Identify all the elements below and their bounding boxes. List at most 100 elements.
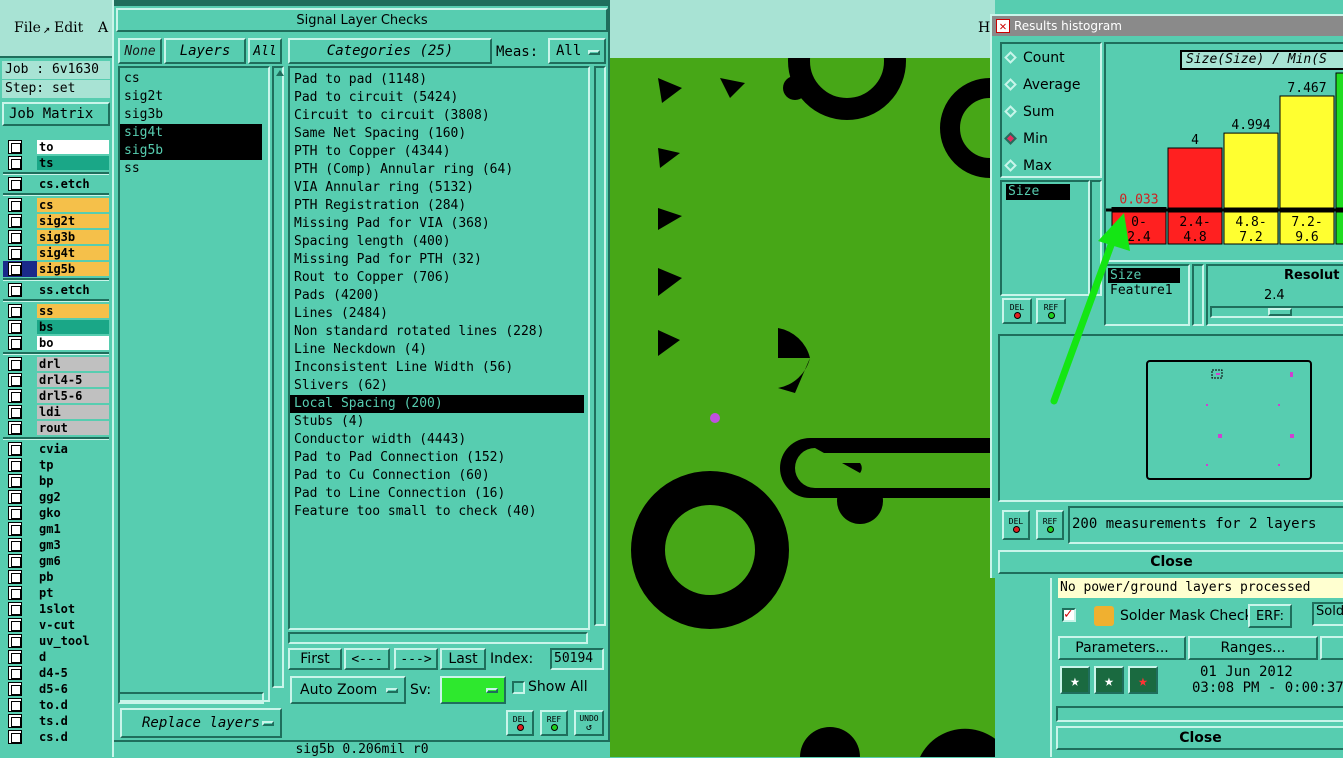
category-list-item[interactable]: Inconsistent Line Width (56) (290, 359, 584, 377)
layer-name[interactable]: to (37, 140, 109, 154)
radio-diamond-icon[interactable] (1004, 51, 1017, 64)
category-list-item[interactable]: Missing Pad for VIA (368) (290, 215, 584, 233)
layer-name[interactable]: pb (37, 570, 109, 584)
menu-file[interactable]: File (14, 20, 41, 36)
categories-scrollbar[interactable] (594, 66, 606, 626)
category-list-item[interactable]: Rout to Copper (706) (290, 269, 584, 287)
category-list-item[interactable]: Line Neckdown (4) (290, 341, 584, 359)
layer-row-checkbox-area[interactable] (3, 282, 37, 298)
layer-checkbox[interactable] (8, 602, 22, 616)
layer-list-item[interactable]: ss (120, 160, 262, 178)
none-button[interactable]: None (118, 38, 162, 64)
layer-name[interactable]: gm3 (37, 538, 109, 552)
layer-name[interactable]: ldi (37, 405, 109, 419)
layer-name[interactable]: cs.etch (37, 177, 109, 191)
radio-diamond-icon[interactable] (1004, 159, 1017, 172)
layer-row[interactable]: ldi (3, 404, 109, 420)
layer-row[interactable]: bo (3, 335, 109, 351)
layer-row[interactable]: cs.d (3, 729, 109, 745)
layer-row-checkbox-area[interactable] (3, 404, 37, 420)
layer-name[interactable]: v-cut (37, 618, 109, 632)
layer-row-checkbox-area[interactable] (3, 521, 37, 537)
layer-row[interactable]: sig3b (3, 229, 109, 245)
layer-checkbox[interactable] (8, 458, 22, 472)
layer-name[interactable]: gm1 (37, 522, 109, 536)
layer-row[interactable]: cs (3, 197, 109, 213)
layer-row-checkbox-area[interactable] (3, 729, 37, 745)
layer-name[interactable]: rout (37, 421, 109, 435)
layer-row[interactable]: bp (3, 473, 109, 489)
del-button[interactable]: DEL (506, 710, 534, 736)
layer-name[interactable]: drl4-5 (37, 373, 109, 387)
layer-row-checkbox-area[interactable] (3, 489, 37, 505)
layer-row-checkbox-area[interactable] (3, 303, 37, 319)
layer-checkbox[interactable] (8, 618, 22, 632)
menu-a[interactable]: A (98, 20, 108, 36)
window-close-icon[interactable]: ✕ (996, 19, 1010, 33)
layer-checkbox[interactable] (8, 682, 22, 696)
layer-name[interactable]: cs.d (37, 730, 109, 744)
category-list-item[interactable]: Local Spacing (200) (290, 395, 584, 413)
layer-checkbox[interactable] (8, 538, 22, 552)
preview-del-button[interactable]: DEL (1002, 510, 1030, 540)
layer-row[interactable]: drl (3, 356, 109, 372)
layer-name[interactable]: ts.d (37, 714, 109, 728)
size-feature-scrollbar[interactable] (1192, 264, 1204, 326)
run-icon-1[interactable]: ★ (1060, 666, 1090, 694)
layer-checkbox[interactable] (8, 214, 22, 228)
histogram-bar[interactable] (1168, 148, 1222, 208)
layer-checkbox[interactable] (8, 373, 22, 387)
pcb-graphic-view[interactable] (610, 58, 995, 757)
layer-row-checkbox-area[interactable] (3, 553, 37, 569)
layer-row[interactable]: bs (3, 319, 109, 335)
layer-name[interactable]: gm6 (37, 554, 109, 568)
layer-checkbox[interactable] (8, 570, 22, 584)
layer-name[interactable]: gko (37, 506, 109, 520)
layer-checkbox[interactable] (8, 586, 22, 600)
layer-name[interactable]: cvia (37, 442, 109, 456)
layer-name[interactable]: ss.etch (37, 283, 109, 297)
aggregate-radio-option[interactable]: Sum (1002, 98, 1100, 125)
category-list-item[interactable]: Pad to Line Connection (16) (290, 485, 584, 503)
aggregate-radio-option[interactable]: Min (1002, 125, 1100, 152)
layer-checkbox[interactable] (8, 634, 22, 648)
layer-row[interactable]: pt (3, 585, 109, 601)
layer-row-checkbox-area[interactable] (3, 441, 37, 457)
extra-button[interactable] (1320, 636, 1343, 660)
histogram-bar[interactable] (1224, 133, 1278, 208)
histogram-category-cell[interactable] (1336, 212, 1343, 244)
layer-row-checkbox-area[interactable] (3, 649, 37, 665)
sv-color-select[interactable] (440, 676, 506, 704)
layer-list-item[interactable]: cs (120, 70, 262, 88)
layer-row-checkbox-area[interactable] (3, 356, 37, 372)
layer-list-item[interactable]: sig4t (120, 124, 262, 142)
layer-name[interactable]: d4-5 (37, 666, 109, 680)
histogram-close-button[interactable]: Close (998, 550, 1343, 574)
solder-hscrollbar[interactable] (1056, 706, 1343, 722)
category-list-item[interactable]: PTH Registration (284) (290, 197, 584, 215)
layer-checkbox[interactable] (8, 522, 22, 536)
all-button[interactable]: All (248, 38, 282, 64)
layer-checkbox[interactable] (8, 283, 22, 297)
parameters-button[interactable]: Parameters... (1058, 636, 1186, 660)
layer-name[interactable]: sig4t (37, 246, 109, 260)
category-list-item[interactable]: VIA Annular ring (5132) (290, 179, 584, 197)
layer-checkbox[interactable] (8, 320, 22, 334)
category-list-item[interactable]: PTH to Copper (4344) (290, 143, 584, 161)
aggregate-radio-option[interactable]: Max (1002, 152, 1100, 179)
layers-listbox[interactable]: cssig2tsig3bsig4tsig5bss (118, 66, 270, 702)
aggregate-radio-option[interactable]: Average (1002, 71, 1100, 98)
layer-name[interactable]: d (37, 650, 109, 664)
category-list-item[interactable]: Pads (4200) (290, 287, 584, 305)
solder-close-button[interactable]: Close (1056, 726, 1343, 750)
layer-row-checkbox-area[interactable] (3, 473, 37, 489)
run-icon-3[interactable]: ★ (1128, 666, 1158, 694)
category-list-item[interactable]: Circuit to circuit (3808) (290, 107, 584, 125)
solder-checkbox[interactable]: ✓ (1062, 608, 1076, 622)
layer-name[interactable]: 1slot (37, 602, 109, 616)
layer-name[interactable]: bs (37, 320, 109, 334)
layer-checkbox[interactable] (8, 474, 22, 488)
last-button[interactable]: Last (440, 648, 486, 670)
category-list-item[interactable]: Pad to Pad Connection (152) (290, 449, 584, 467)
layer-row[interactable]: drl5-6 (3, 388, 109, 404)
